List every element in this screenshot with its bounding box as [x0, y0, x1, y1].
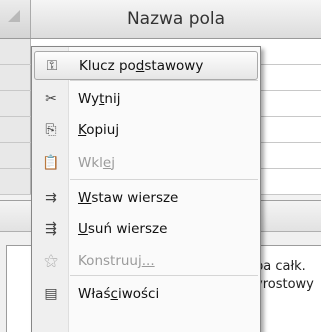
- select-all-corner[interactable]: [0, 0, 31, 38]
- menu-item-label: Kopiuj: [78, 121, 120, 138]
- property-value: ba całk.: [255, 259, 306, 274]
- context-menu: ⚿ Klucz podstawowy ✂ Wytnij ⎘ Kopiuj 📋 Wklej ⇉ Ws…: [31, 46, 261, 332]
- menu-separator: [70, 275, 258, 276]
- column-header-field-name[interactable]: Nazwa pola: [31, 0, 321, 38]
- menu-item-1[interactable]: ✂ Wytnij: [34, 84, 258, 113]
- menu-item-label: Wstaw wiersze: [78, 189, 179, 206]
- menu-item-label: Wytnij: [78, 90, 121, 107]
- menu-item-0[interactable]: ⚿ Klucz podstawowy: [34, 51, 258, 80]
- menu-item-label: Konstruuj...: [78, 252, 155, 269]
- row-selector[interactable]: [0, 39, 31, 64]
- copy-icon: ⎘: [45, 121, 57, 138]
- menu-item-6[interactable]: ⚝ Konstruuj...: [34, 246, 258, 275]
- scissors-icon: ✂: [45, 90, 57, 107]
- menu-item-label: Właściwości: [78, 285, 160, 302]
- menu-item-2[interactable]: ⎘ Kopiuj: [34, 115, 258, 144]
- grid-header: Nazwa pola: [0, 0, 321, 39]
- row-selector[interactable]: [0, 65, 31, 90]
- menu-item-label: Wklej: [78, 154, 115, 171]
- table-design-view: Nazwa pola ba całk. yrostowy ⚿ Klucz pods…: [0, 0, 321, 332]
- menu-item-4[interactable]: ⇉ Wstaw wiersze: [34, 183, 258, 212]
- menu-item-label: Usuń wiersze: [78, 220, 168, 237]
- menu-separator: [70, 179, 258, 180]
- delete-rows-icon: ⇶: [45, 220, 57, 237]
- menu-item-label: Klucz podstawowy: [79, 57, 204, 74]
- key-icon: ⚿: [46, 57, 58, 74]
- row-selector[interactable]: [0, 91, 31, 116]
- menu-item-5[interactable]: ⇶ Usuń wiersze: [34, 214, 258, 243]
- row-selector[interactable]: [0, 143, 31, 168]
- row-selector[interactable]: [0, 117, 31, 142]
- property-value: yrostowy: [255, 277, 314, 292]
- menu-item-7[interactable]: ▤ Właściwości: [34, 279, 258, 308]
- menu-item-3[interactable]: 📋 Wklej: [34, 148, 258, 177]
- menu-separator: [70, 80, 258, 81]
- paste-icon: 📋: [42, 154, 60, 171]
- insert-rows-icon: ⇉: [45, 189, 57, 206]
- row-selector[interactable]: [0, 169, 31, 194]
- corner-triangle-icon: [8, 10, 20, 22]
- properties-icon: ▤: [44, 285, 58, 302]
- builder-wand-icon: ⚝: [44, 252, 58, 269]
